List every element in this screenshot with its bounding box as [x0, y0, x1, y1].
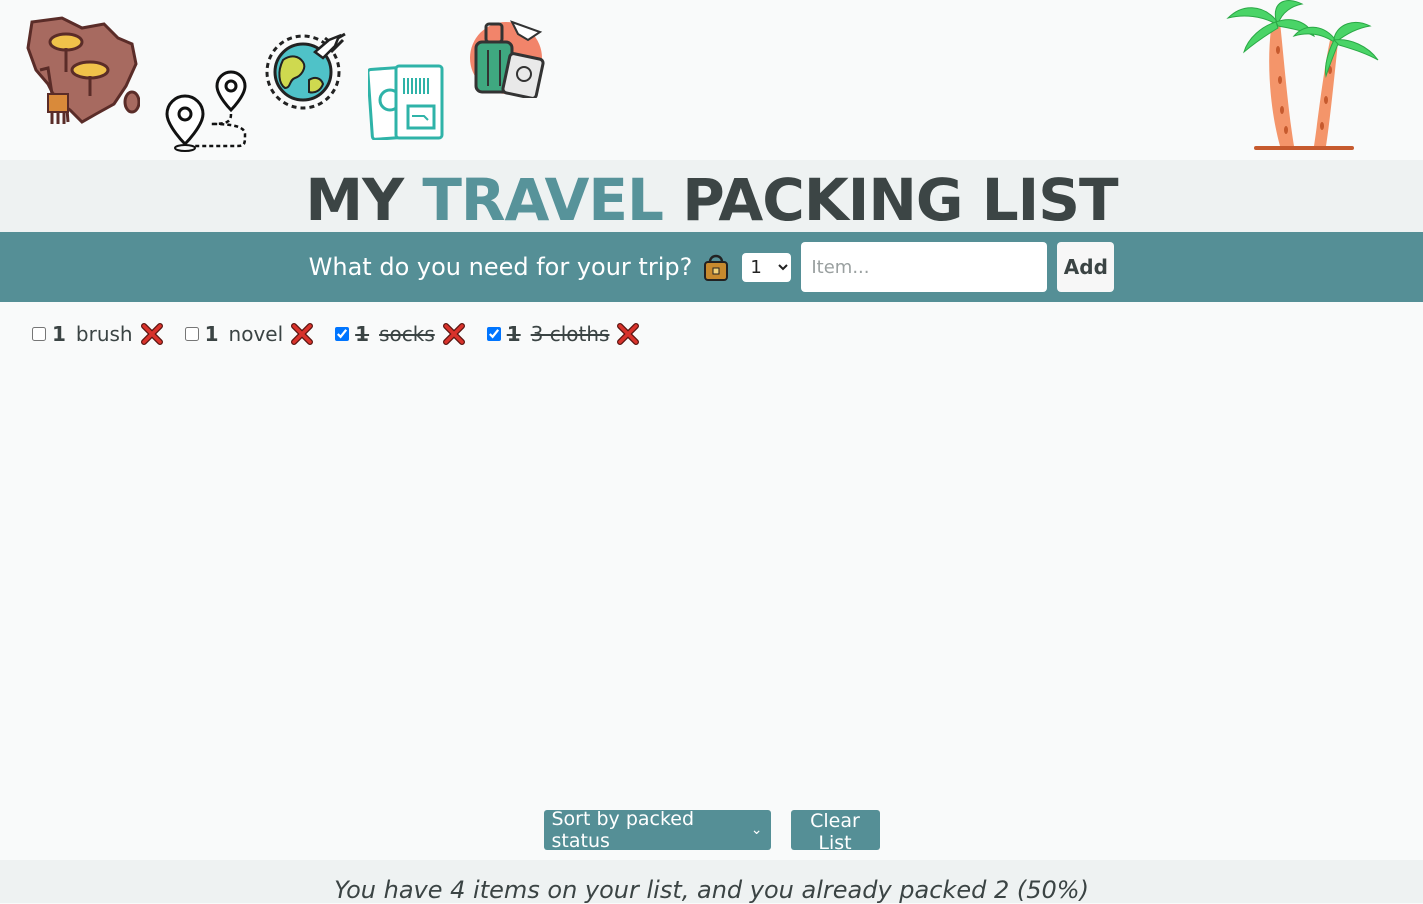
header-illustrations — [0, 0, 1423, 160]
item-quantity: 1 — [52, 322, 66, 346]
delete-x-icon[interactable] — [140, 323, 163, 345]
list-item: 1 brush — [32, 322, 163, 346]
item-description: 3 cloths — [530, 322, 610, 346]
title-band: MY TRAVEL PACKING LIST — [0, 160, 1423, 232]
packed-checkbox[interactable] — [335, 327, 350, 341]
stats-footer: You have 4 items on your list, and you a… — [0, 860, 1423, 904]
item-description: novel — [228, 322, 284, 346]
sort-label: Sort by packed status — [551, 808, 695, 852]
title-part-my: MY — [305, 166, 404, 234]
sort-select[interactable]: Sort by packed status ⌄ — [543, 808, 771, 852]
stats-text: You have 4 items on your list, and you a… — [334, 875, 1089, 904]
packed-checkbox[interactable] — [486, 327, 501, 341]
route-pins-icon — [165, 70, 247, 152]
globe-plane-icon — [265, 32, 346, 110]
item-description: socks — [379, 322, 435, 346]
packing-list: 1 brush 1 novel 1 socks 1 3 cloths — [32, 322, 661, 346]
item-input[interactable] — [801, 242, 1048, 292]
packed-checkbox[interactable] — [32, 327, 46, 341]
list-actions: Sort by packed status ⌄ Clear List — [0, 808, 1423, 854]
chevron-down-icon: ⌄ — [750, 822, 763, 838]
luggage-icon — [470, 20, 545, 98]
list-item: 1 novel — [184, 322, 314, 346]
title-part-travel: TRAVEL — [422, 166, 664, 234]
item-quantity: 1 — [204, 322, 219, 346]
delete-x-icon[interactable] — [291, 323, 314, 345]
bag-icon — [704, 254, 729, 281]
passport-tickets-icon — [368, 64, 444, 140]
packed-checkbox[interactable] — [184, 327, 199, 341]
title-part-packing-list: PACKING LIST — [682, 166, 1118, 234]
delete-x-icon[interactable] — [442, 323, 465, 345]
quantity-select[interactable]: 1 — [742, 252, 792, 282]
add-item-form: What do you need for your trip? 1 Add — [0, 232, 1423, 302]
list-item: 1 3 cloths — [486, 322, 640, 346]
add-button[interactable]: Add — [1057, 242, 1115, 292]
delete-x-icon[interactable] — [617, 323, 640, 345]
item-quantity: 1 — [355, 322, 370, 346]
africa-map-icon — [26, 16, 140, 124]
form-prompt: What do you need for your trip? — [308, 253, 693, 281]
page-title: MY TRAVEL PACKING LIST — [305, 171, 1118, 229]
item-description: brush — [75, 322, 133, 346]
list-item: 1 socks — [335, 322, 465, 346]
clear-list-button[interactable]: Clear List — [790, 810, 880, 854]
palm-trees-icon — [1226, 0, 1379, 150]
item-quantity: 1 — [506, 322, 521, 346]
